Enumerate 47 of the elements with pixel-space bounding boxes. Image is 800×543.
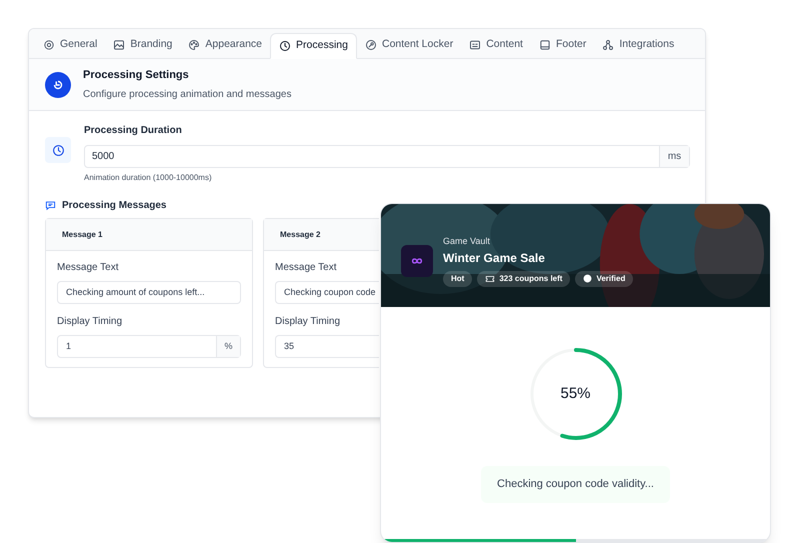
card-icon [469, 39, 482, 51]
tab[interactable]: Content [461, 32, 531, 58]
layout-icon [538, 39, 551, 51]
chat-icon [45, 200, 56, 211]
message-text-field[interactable]: Checking coupon code [275, 281, 379, 304]
field-hint: Animation duration (1000-10000ms) [84, 172, 213, 184]
timing-field[interactable]: 1 % [57, 335, 241, 358]
unit-label: ms [659, 146, 689, 167]
card-title: Message 2 [264, 219, 379, 251]
tab[interactable]: Integrations [594, 32, 682, 58]
message-text-field[interactable]: Checking amount of coupons left... [57, 281, 241, 304]
tab[interactable]: Content Locker [356, 32, 462, 58]
settings-icon [43, 39, 55, 51]
field-label: Display Timing [275, 315, 342, 329]
tab[interactable]: Branding [105, 32, 180, 58]
tab[interactable]: Appearance [180, 32, 270, 58]
timing-field[interactable]: 35 [275, 335, 379, 358]
progress-value: 55% [560, 384, 591, 404]
brand-name: Game Vault [443, 235, 491, 248]
status-message: Checking coupon code validity... [481, 466, 670, 503]
badge: 323 coupons left [477, 270, 570, 286]
verified-icon [583, 274, 592, 283]
logo-icon [401, 244, 433, 277]
field-label: Display Timing [57, 315, 124, 329]
badge: Hot [443, 270, 472, 286]
key-icon [364, 39, 377, 51]
ticket-icon [485, 274, 496, 284]
clock-icon [52, 144, 64, 156]
badge: Verified [575, 270, 634, 286]
unit-label: % [216, 336, 240, 357]
nodes-icon [602, 39, 614, 51]
offer-title: Winter Game Sale [443, 250, 546, 266]
tab[interactable]: Footer [530, 32, 594, 58]
duration-field[interactable]: 5000 ms [84, 145, 690, 168]
card-title: Message 1 [46, 219, 252, 251]
field-label: Message Text [57, 261, 120, 275]
section-title: Processing Settings [83, 68, 190, 83]
tab[interactable]: General [35, 32, 106, 58]
clock-icon [279, 40, 292, 52]
subsection-title: Processing Messages [62, 199, 166, 213]
processing-badge-icon [45, 72, 71, 98]
image-icon [113, 39, 126, 51]
palette-icon [188, 39, 200, 51]
section-subtitle: Configure processing animation and messages [83, 88, 292, 102]
tab[interactable]: Processing [270, 33, 357, 59]
field-label: Processing Duration [84, 124, 183, 138]
field-label: Message Text [275, 261, 338, 275]
